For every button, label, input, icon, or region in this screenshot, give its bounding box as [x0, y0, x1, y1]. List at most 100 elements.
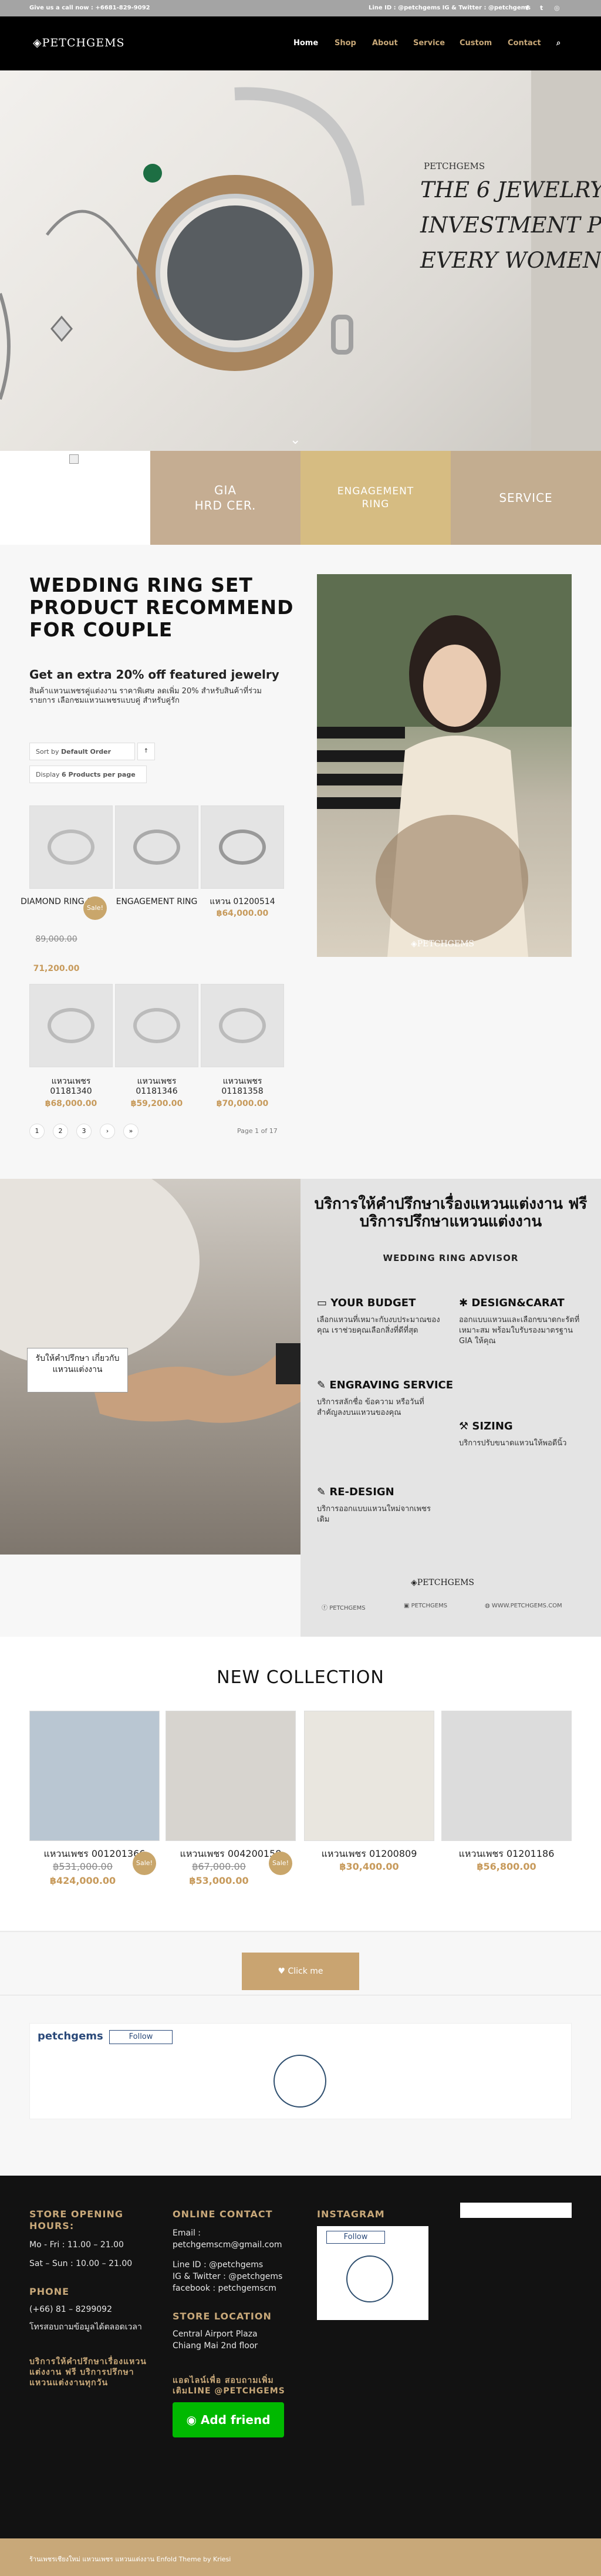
- loading-spinner-icon: [346, 2255, 393, 2302]
- advisor-facebook[interactable]: ⓕ PETCHGEMS: [322, 1603, 366, 1611]
- design-text: ออกแบบแหวนและเลือกขนาดกะรัตที่เหมาะสม พร…: [459, 1316, 580, 1346]
- new-collection-title: NEW COLLECTION: [217, 1667, 384, 1688]
- twitter-icon[interactable]: t: [540, 4, 543, 12]
- nav-custom[interactable]: Custom: [460, 39, 492, 48]
- location-line-2: Chiang Mai 2nd floor: [173, 2341, 258, 2351]
- category-engagement[interactable]: ENGAGEMENT RING: [300, 451, 451, 545]
- collection-old-price: ฿67,000.00: [192, 1861, 246, 1872]
- collection-image[interactable]: [304, 1711, 434, 1841]
- hours-weekday: Mo - Fri : 11.00 – 21.00: [29, 2240, 124, 2250]
- sort-direction-button[interactable]: ↑: [137, 743, 155, 760]
- hero-headline-3: EVERY WOMEN I: [420, 248, 601, 273]
- gear-icon: ✱: [459, 1297, 472, 1309]
- next-page-button[interactable]: ›: [100, 1124, 115, 1139]
- collection-name[interactable]: แหวนเพชร 01201186: [441, 1847, 572, 1862]
- instagram-username[interactable]: petchgems: [38, 2030, 103, 2042]
- collection-price: ฿56,800.00: [477, 1861, 536, 1872]
- tools-icon: ⚒: [459, 1420, 472, 1432]
- section-subtitle: Get an extra 20% off featured jewelry: [29, 667, 279, 682]
- facebook-icon[interactable]: f: [526, 4, 529, 12]
- collection-price: ฿30,400.00: [339, 1861, 399, 1872]
- search-icon[interactable]: ⌕: [556, 39, 561, 48]
- store-location-title: STORE LOCATION: [173, 2311, 272, 2322]
- model-brand-watermark: ◈PETCHGEMS: [411, 939, 474, 949]
- phone-title: PHONE: [29, 2286, 70, 2297]
- contact-social-ids: Line ID : @petchgems IG & Twitter : @pet…: [368, 5, 531, 11]
- nav-shop[interactable]: Shop: [335, 39, 356, 48]
- collection-price: ฿53,000.00: [189, 1875, 249, 1886]
- category-service[interactable]: SERVICE: [451, 451, 601, 545]
- broken-image-icon: [69, 454, 79, 464]
- product-name[interactable]: ENGAGEMENT RING: [115, 897, 198, 907]
- footer-instagram-widget: Follow: [317, 2226, 428, 2320]
- product-name[interactable]: แหวนเพชร 01181340: [29, 1077, 113, 1097]
- email-link[interactable]: petchgemscm@gmail.com: [173, 2239, 290, 2251]
- ig-twitter: IG & Twitter : @petchgems: [173, 2272, 283, 2281]
- sizing-heading: ⚒ SIZING: [459, 1420, 513, 1432]
- instagram-title: INSTAGRAM: [317, 2209, 385, 2220]
- model-image: ◈PETCHGEMS: [317, 574, 572, 957]
- advisor-website[interactable]: ◍ WWW.PETCHGEMS.COM: [485, 1603, 562, 1609]
- page-info: Page 1 of 17: [237, 1127, 278, 1135]
- divider: [0, 1931, 601, 1932]
- sizing-text: บริการปรับขนาดแหวนให้พอดีนิ้ว: [459, 1439, 567, 1448]
- collection-old-price: ฿531,000.00: [53, 1861, 113, 1872]
- collection-image[interactable]: [29, 1711, 160, 1841]
- last-page-button[interactable]: »: [123, 1124, 139, 1139]
- footer-instagram-follow[interactable]: Follow: [326, 2231, 385, 2244]
- sale-badge: Sale!: [269, 1852, 292, 1875]
- product-name[interactable]: แหวนเพชร 01181346: [115, 1077, 198, 1097]
- site-logo[interactable]: ◈PETCHGEMS: [33, 36, 125, 49]
- engraving-text: บริการสลักชื่อ ข้อความ หรือวันที่สำคัญลง…: [317, 1398, 424, 1417]
- phone-number: (+66) 81 – 8299092: [29, 2305, 112, 2314]
- product-price: ฿59,200.00: [130, 1099, 183, 1108]
- advisor-line[interactable]: ▣ PETCHGEMS: [404, 1603, 447, 1609]
- chevron-down-icon[interactable]: ⌄: [290, 433, 300, 447]
- line-add-title: แอดไลน์เพื่อ สอบถามเพิ่มเติมLINE @PETCHG…: [173, 2376, 285, 2396]
- category-gia[interactable]: GIA HRD CER.: [150, 451, 300, 545]
- collection-image[interactable]: [441, 1711, 572, 1841]
- footer-widget-box: [460, 2203, 572, 2218]
- instagram-icon[interactable]: ◎: [554, 4, 560, 12]
- product-name[interactable]: แหวน 01200514: [201, 897, 284, 907]
- product-image[interactable]: [201, 984, 284, 1067]
- add-friend-button[interactable]: ◉ Add friend: [173, 2402, 284, 2437]
- email-label: Email :: [173, 2228, 201, 2238]
- collection-image[interactable]: [166, 1711, 296, 1841]
- hero-headline-2: INVESTMENT PI: [420, 213, 601, 238]
- nav-service[interactable]: Service: [413, 39, 445, 48]
- engraving-heading: ✎ ENGRAVING SERVICE: [317, 1379, 454, 1391]
- product-price: ฿68,000.00: [45, 1099, 97, 1108]
- nav-about[interactable]: About: [372, 39, 398, 48]
- product-image[interactable]: [115, 984, 198, 1067]
- page-3-button[interactable]: 3: [76, 1124, 92, 1139]
- product-name[interactable]: แหวนเพชร 01181358: [201, 1077, 284, 1097]
- product-price: 71,200.00: [33, 964, 80, 973]
- sale-badge: Sale!: [133, 1852, 156, 1875]
- redesign-heading: ✎ RE-DESIGN: [317, 1486, 394, 1498]
- product-old-price: 89,000.00: [35, 935, 77, 944]
- advisor-title: บริการให้คำปรึกษาเรื่องแหวนแต่งงาน ฟรี บ…: [314, 1195, 588, 1230]
- nav-contact[interactable]: Contact: [508, 39, 541, 48]
- hours-weekend: Sat – Sun : 10.00 – 21.00: [29, 2259, 133, 2268]
- sale-badge: Sale!: [83, 896, 107, 920]
- product-image[interactable]: [201, 805, 284, 889]
- nav-home[interactable]: Home: [293, 39, 318, 48]
- wallet-icon: ▭: [317, 1297, 331, 1309]
- product-image[interactable]: [115, 805, 198, 889]
- instagram-follow-button[interactable]: Follow: [109, 2030, 173, 2044]
- product-image[interactable]: [29, 805, 113, 889]
- click-me-button[interactable]: ♥ Click me: [242, 1953, 359, 1990]
- footer-promo: บริการให้คำปรึกษาเรื่องแหวนแต่งงาน ฟรี บ…: [29, 2357, 147, 2388]
- advisor-subtitle: WEDDING RING ADVISOR: [383, 1253, 519, 1263]
- budget-text: เลือกแหวนที่เหมาะกับงบประมาณของคุณ เราช่…: [317, 1316, 440, 1335]
- design-heading: ✱ DESIGN&CARAT: [459, 1297, 565, 1309]
- sort-select[interactable]: Sort by Default Order: [29, 743, 135, 760]
- redesign-text: บริการออกแบบแหวนใหม่จากเพชรเดิม: [317, 1505, 431, 1524]
- page-2-button[interactable]: 2: [53, 1124, 68, 1139]
- display-select[interactable]: Display 6 Products per page: [29, 766, 147, 783]
- page-1-button[interactable]: 1: [29, 1124, 45, 1139]
- product-image[interactable]: [29, 984, 113, 1067]
- top-bar: Give us a call now : +6681-829-9092 Line…: [0, 0, 601, 16]
- collection-name[interactable]: แหวนเพชร 01200809: [304, 1847, 434, 1862]
